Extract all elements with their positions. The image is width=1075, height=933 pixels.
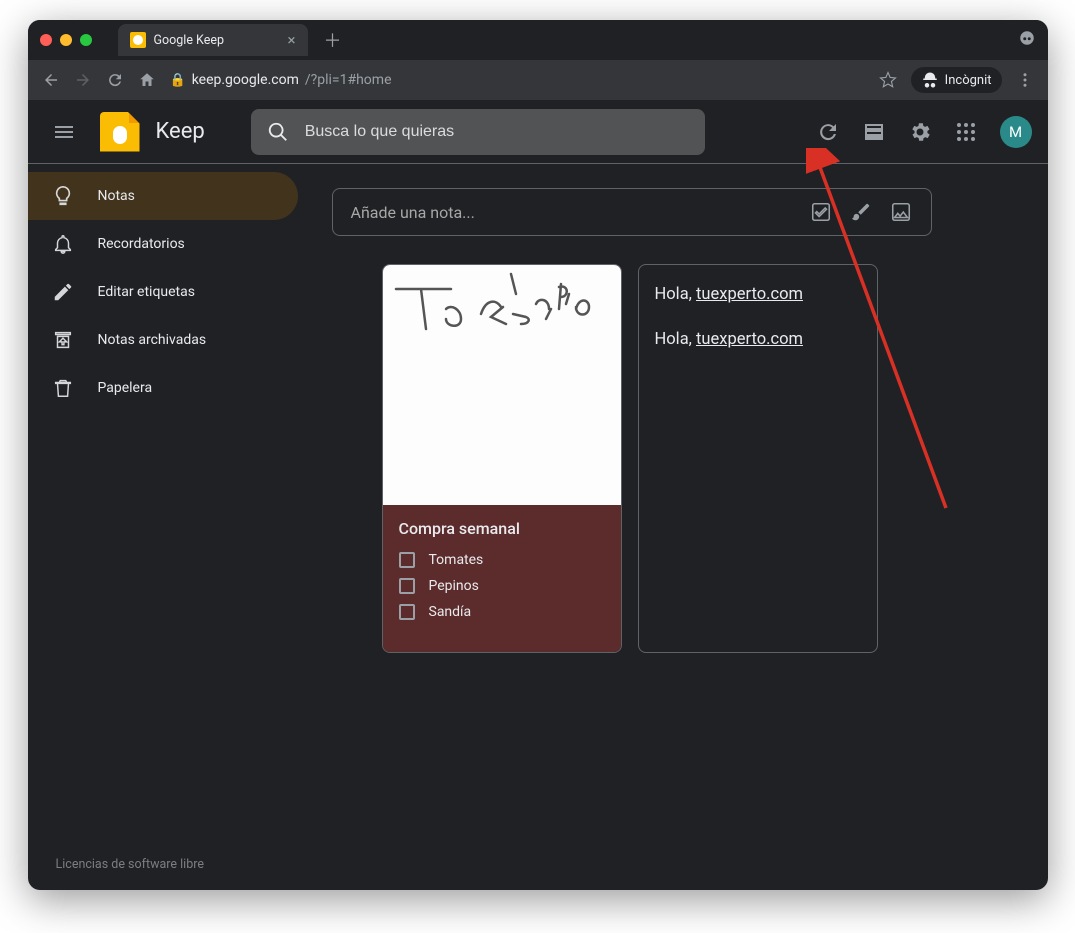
handwriting-icon [391,269,611,339]
browser-menu-icon[interactable] [1016,71,1034,89]
browser-tab[interactable]: Google Keep × [118,24,308,56]
footer-license-link[interactable]: Licencias de software libre [56,857,204,872]
back-button[interactable] [42,71,60,89]
sidebar-item-label: Notas archivadas [98,332,207,348]
archive-icon [52,329,74,351]
apps-grid-icon[interactable] [946,112,986,152]
incognito-pill[interactable]: Incògnit [911,67,1002,93]
sidebar-item-edit-labels[interactable]: Editar etiquetas [28,268,298,316]
home-button[interactable] [138,71,156,89]
incognito-indicator-icon [1018,29,1036,51]
new-image-icon[interactable] [889,200,913,224]
search-input[interactable] [305,123,689,141]
bulb-icon [52,185,74,207]
url-field[interactable]: 🔒 keep.google.com /?pli=1#home [170,72,865,88]
tab-title: Google Keep [154,33,225,48]
take-note-bar[interactable]: Añade una nota... [332,188,932,236]
sidebar-item-label: Papelera [98,380,153,396]
maximize-window-button[interactable] [80,34,92,46]
note-body: Compra semanal Tomates Pepinos Sandía [383,505,621,652]
new-list-icon[interactable] [809,200,833,224]
keep-favicon-icon [130,32,146,48]
minimize-window-button[interactable] [60,34,72,46]
sidebar-item-label: Notas [98,188,135,204]
sidebar-item-trash[interactable]: Papelera [28,364,298,412]
note-card-shopping[interactable]: Compra semanal Tomates Pepinos Sandía [382,264,622,653]
checkbox-icon[interactable] [399,604,415,620]
list-view-icon[interactable] [854,112,894,152]
refresh-icon[interactable] [808,112,848,152]
note-title: Compra semanal [399,519,605,538]
settings-gear-icon[interactable] [900,112,940,152]
reload-button[interactable] [106,71,124,89]
new-drawing-icon[interactable] [849,200,873,224]
browser-tabbar: Google Keep × ＋ [28,20,1048,60]
sidebar-item-label: Editar etiquetas [98,284,195,300]
sidebar-item-archive[interactable]: Notas archivadas [28,316,298,364]
new-tab-button[interactable]: ＋ [324,27,342,53]
incognito-label: Incògnit [945,73,992,88]
main-content: Añade una nota... Compra semanal Tom [308,164,1048,890]
bell-icon [52,233,74,255]
star-bookmark-icon[interactable] [879,71,897,89]
search-box[interactable] [251,109,705,155]
window-controls [40,34,92,46]
note-card-text[interactable]: Hola, tuexperto.com Hola, tuexperto.com [638,264,878,653]
account-avatar[interactable]: M [1000,116,1032,148]
close-tab-icon[interactable]: × [287,31,295,49]
take-note-placeholder: Añade una nota... [351,203,793,222]
note-drawing [383,265,621,505]
browser-address-bar: 🔒 keep.google.com /?pli=1#home Incògnit [28,60,1048,100]
trash-icon [52,377,74,399]
checkbox-icon[interactable] [399,552,415,568]
keep-logo-icon [100,112,140,152]
sidebar-item-reminders[interactable]: Recordatorios [28,220,298,268]
app-header: Keep M [28,100,1048,164]
app-name: Keep [156,119,205,144]
url-domain: keep.google.com [192,72,299,88]
url-path: /?pli=1#home [305,72,392,88]
checklist-item[interactable]: Tomates [399,552,605,568]
sidebar: Notas Recordatorios Editar etiquetas Not… [28,164,308,890]
notes-grid: Compra semanal Tomates Pepinos Sandía Ho… [382,264,1024,653]
hamburger-menu-icon[interactable] [44,112,84,152]
sidebar-item-label: Recordatorios [98,236,185,252]
close-window-button[interactable] [40,34,52,46]
checklist-item[interactable]: Sandía [399,604,605,620]
note-link[interactable]: tuexperto.com [696,330,803,349]
app-body: Notas Recordatorios Editar etiquetas Not… [28,164,1048,890]
checkbox-icon[interactable] [399,578,415,594]
sidebar-item-notes[interactable]: Notas [28,172,298,220]
forward-button[interactable] [74,71,92,89]
note-line: Hola, tuexperto.com [655,328,861,353]
search-icon [267,121,289,143]
browser-window: Google Keep × ＋ 🔒 keep.google.com /?pli=1… [28,20,1048,890]
note-line: Hola, tuexperto.com [655,283,861,308]
lock-icon: 🔒 [170,73,186,88]
pencil-icon [52,281,74,303]
note-link[interactable]: tuexperto.com [696,285,803,304]
checklist-item[interactable]: Pepinos [399,578,605,594]
